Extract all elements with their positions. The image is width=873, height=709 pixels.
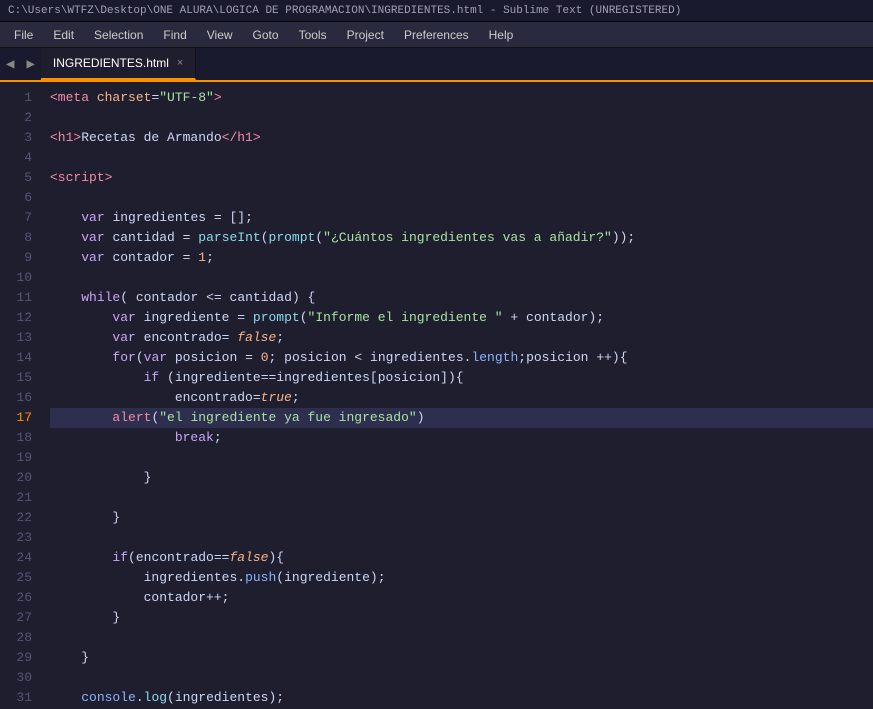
code-line-2 xyxy=(50,108,873,128)
code-line-22: } xyxy=(50,508,873,528)
line-num-21: 21 xyxy=(0,488,32,508)
code-line-5: <script> xyxy=(50,168,873,188)
code-line-7: var ingredientes = []; xyxy=(50,208,873,228)
code-line-31: console.log(ingredientes); xyxy=(50,688,873,708)
code-line-25: ingredientes.push(ingrediente); xyxy=(50,568,873,588)
line-num-23: 23 xyxy=(0,528,32,548)
code-line-29: } xyxy=(50,648,873,668)
line-num-13: 13 xyxy=(0,328,32,348)
menu-bar: File Edit Selection Find View Goto Tools… xyxy=(0,22,873,48)
line-num-14: 14 xyxy=(0,348,32,368)
title-bar: C:\Users\WTFZ\Desktop\ONE ALURA\LOGICA D… xyxy=(0,0,873,22)
code-line-4 xyxy=(50,148,873,168)
menu-find[interactable]: Find xyxy=(153,26,196,44)
line-num-7: 7 xyxy=(0,208,32,228)
line-num-19: 19 xyxy=(0,448,32,468)
tab-close-btn[interactable]: × xyxy=(177,57,183,69)
line-num-20: 20 xyxy=(0,468,32,488)
code-line-24: if(encontrado==false){ xyxy=(50,548,873,568)
line-num-6: 6 xyxy=(0,188,32,208)
code-line-30 xyxy=(50,668,873,688)
line-num-25: 25 xyxy=(0,568,32,588)
code-line-19 xyxy=(50,448,873,468)
line-num-22: 22 xyxy=(0,508,32,528)
code-line-21 xyxy=(50,488,873,508)
line-num-24: 24 xyxy=(0,548,32,568)
line-num-4: 4 xyxy=(0,148,32,168)
tab-label: INGREDIENTES.html xyxy=(53,56,169,70)
line-num-3: 3 xyxy=(0,128,32,148)
menu-selection[interactable]: Selection xyxy=(84,26,153,44)
code-line-12: var ingrediente = prompt("Informe el ing… xyxy=(50,308,873,328)
line-num-5: 5 xyxy=(0,168,32,188)
line-numbers: 1 2 3 4 5 6 7 8 9 10 11 12 13 14 15 16 1… xyxy=(0,82,46,709)
code-line-6 xyxy=(50,188,873,208)
code-line-9: var contador = 1; xyxy=(50,248,873,268)
tab-nav-right[interactable]: ▶ xyxy=(20,48,40,80)
menu-help[interactable]: Help xyxy=(479,26,524,44)
line-num-2: 2 xyxy=(0,108,32,128)
line-num-15: 15 xyxy=(0,368,32,388)
menu-view[interactable]: View xyxy=(197,26,243,44)
line-num-28: 28 xyxy=(0,628,32,648)
code-line-27: } xyxy=(50,608,873,628)
line-num-17: 17 xyxy=(0,408,32,428)
line-num-16: 16 xyxy=(0,388,32,408)
line-num-29: 29 xyxy=(0,648,32,668)
menu-project[interactable]: Project xyxy=(337,26,394,44)
code-line-28 xyxy=(50,628,873,648)
code-line-11: while( contador <= cantidad) { xyxy=(50,288,873,308)
code-line-16: encontrado=true; xyxy=(50,388,873,408)
line-num-30: 30 xyxy=(0,668,32,688)
menu-goto[interactable]: Goto xyxy=(243,26,289,44)
menu-tools[interactable]: Tools xyxy=(289,26,337,44)
line-num-27: 27 xyxy=(0,608,32,628)
tab-nav-left[interactable]: ◀ xyxy=(0,48,20,80)
line-num-26: 26 xyxy=(0,588,32,608)
line-num-12: 12 xyxy=(0,308,32,328)
code-line-1: <meta charset="UTF-8"> xyxy=(50,88,873,108)
line-num-31: 31 xyxy=(0,688,32,708)
menu-file[interactable]: File xyxy=(4,26,43,44)
code-line-10 xyxy=(50,268,873,288)
tab-ingredientes[interactable]: INGREDIENTES.html × xyxy=(41,48,196,80)
menu-preferences[interactable]: Preferences xyxy=(394,26,479,44)
menu-edit[interactable]: Edit xyxy=(43,26,84,44)
code-line-20: } xyxy=(50,468,873,488)
code-line-8: var cantidad = parseInt(prompt("¿Cuántos… xyxy=(50,228,873,248)
code-line-17: alert("el ingrediente ya fue ingresado") xyxy=(50,408,873,428)
code-line-18: break; xyxy=(50,428,873,448)
line-num-11: 11 xyxy=(0,288,32,308)
line-num-18: 18 xyxy=(0,428,32,448)
code-line-13: var encontrado= false; xyxy=(50,328,873,348)
tab-bar: ◀ ▶ INGREDIENTES.html × xyxy=(0,48,873,82)
code-line-15: if (ingrediente==ingredientes[posicion])… xyxy=(50,368,873,388)
line-num-8: 8 xyxy=(0,228,32,248)
code-line-14: for(var posicion = 0; posicion < ingredi… xyxy=(50,348,873,368)
code-line-26: contador++; xyxy=(50,588,873,608)
code-line-3: <h1>Recetas de Armando</h1> xyxy=(50,128,873,148)
code-area[interactable]: <meta charset="UTF-8"> <h1>Recetas de Ar… xyxy=(46,82,873,709)
editor: 1 2 3 4 5 6 7 8 9 10 11 12 13 14 15 16 1… xyxy=(0,82,873,709)
code-line-23 xyxy=(50,528,873,548)
line-num-9: 9 xyxy=(0,248,32,268)
title-text: C:\Users\WTFZ\Desktop\ONE ALURA\LOGICA D… xyxy=(8,5,681,17)
line-num-10: 10 xyxy=(0,268,32,288)
line-num-1: 1 xyxy=(0,88,32,108)
